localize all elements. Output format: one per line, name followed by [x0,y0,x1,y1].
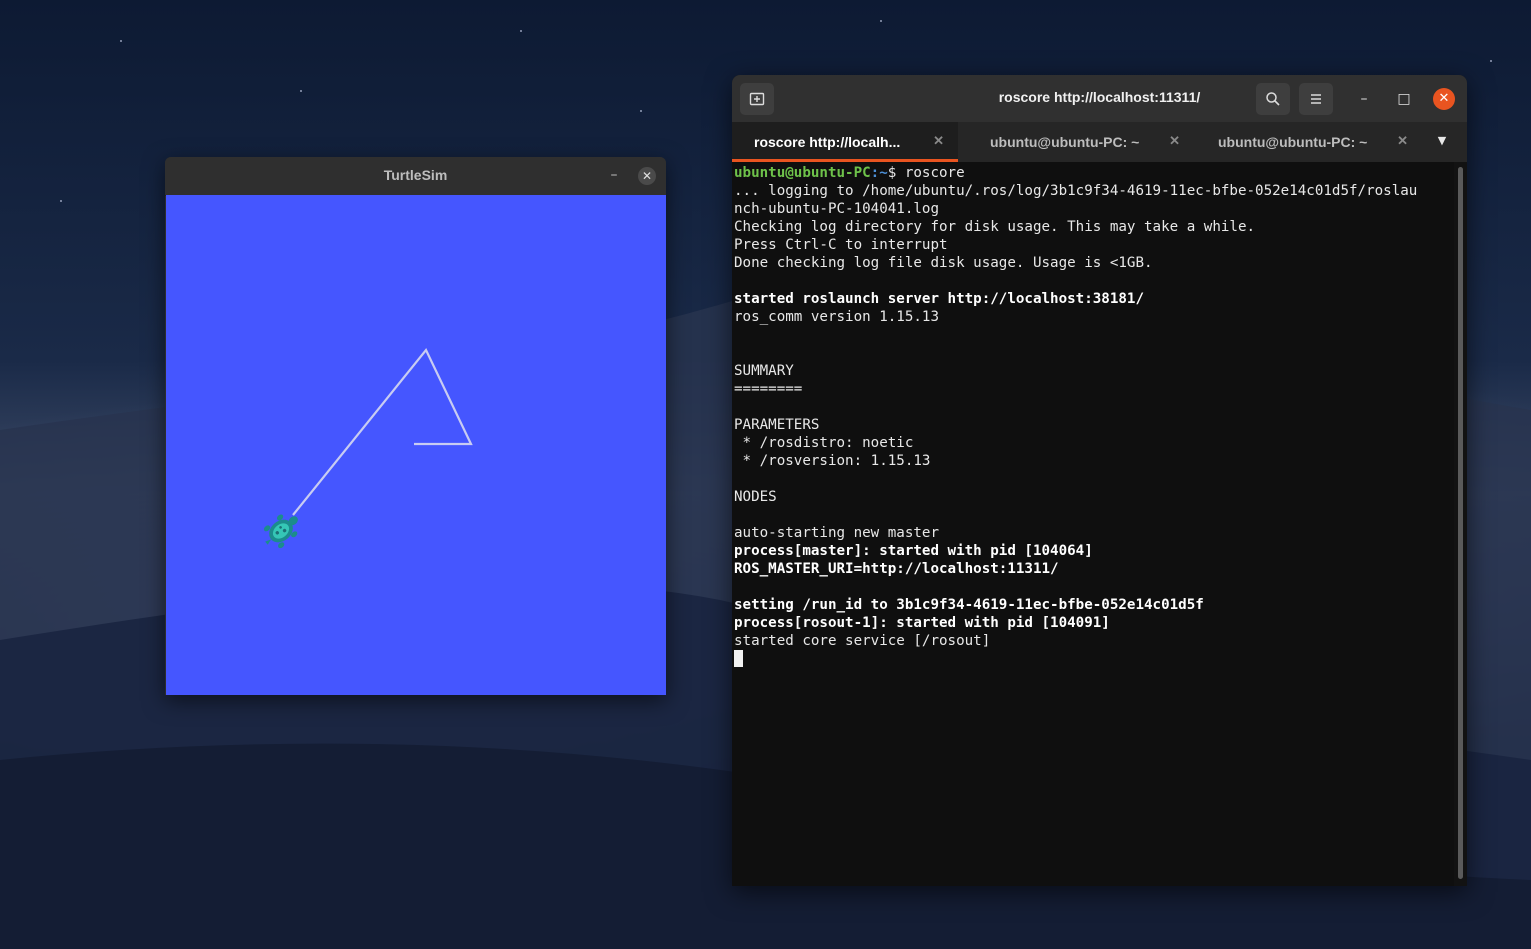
tab-close-icon[interactable]: ✕ [1169,133,1180,149]
star [60,200,62,202]
search-button[interactable] [1256,83,1290,115]
terminal-line: process[rosout-1]: started with pid [104… [734,615,1110,631]
minimize-button[interactable]: – [605,167,623,185]
maximize-button[interactable]: □ [1393,88,1415,110]
star [1490,60,1492,62]
turtlesim-title: TurtleSim [383,167,448,183]
prompt-command: roscore [896,165,965,181]
prompt-user: ubuntu@ubuntu-PC [734,165,871,181]
tab-bar: roscore http://localh... ✕ ubuntu@ubuntu… [732,122,1467,162]
terminal-line: process[master]: started with pid [10406… [734,543,1093,559]
tab-ubuntu-1[interactable]: ubuntu@ubuntu-PC: ~ ✕ [968,122,1194,162]
terminal-line: * /rosdistro: noetic [734,435,914,451]
terminal-line: ros_comm version 1.15.13 [734,309,939,325]
terminal-line: ROS_MASTER_URI=http://localhost:11311/ [734,561,1059,577]
tab-ubuntu-2[interactable]: ubuntu@ubuntu-PC: ~ ✕ [1196,122,1422,162]
minimize-button[interactable]: – [1353,88,1375,110]
hamburger-menu-icon [1311,94,1321,104]
cursor-line [734,650,1454,668]
terminal-line: * /rosversion: 1.15.13 [734,453,931,469]
terminal-line: Done checking log file disk usage. Usage… [734,255,1153,271]
new-tab-icon [749,92,765,106]
output-lines: ... logging to /home/ubuntu/.ros/log/3b1… [734,182,1454,650]
terminal-line: SUMMARY [734,363,794,379]
tab-menu-chevron-icon[interactable]: ▼ [1432,134,1452,150]
new-tab-button[interactable] [740,83,774,115]
search-icon [1266,92,1280,106]
terminal-line: Checking log directory for disk usage. T… [734,219,1256,235]
turtle-trail [263,347,473,549]
turtle-path-line [292,347,473,516]
terminal-output[interactable]: ubuntu@ubuntu-PC:~$ roscore ... logging … [732,162,1454,886]
terminal-title: roscore http://localhost:11311/ [998,89,1201,105]
tab-label: ubuntu@ubuntu-PC: ~ [1218,134,1368,150]
star [300,90,302,92]
menu-button[interactable] [1299,83,1333,115]
star [640,110,642,112]
tab-close-icon[interactable]: ✕ [1397,133,1408,149]
turtle-icon [263,514,298,549]
terminal-line: NODES [734,489,777,505]
star [880,20,882,22]
close-button[interactable]: ✕ [1433,88,1455,110]
terminal-headerbar[interactable]: roscore http://localhost:11311/ – □ ✕ [732,75,1467,122]
terminal-line: ... logging to /home/ubuntu/.ros/log/3b1… [734,183,1418,199]
terminal-line: PARAMETERS [734,417,820,433]
terminal-line: nch-ubuntu-PC-104041.log [734,201,939,217]
turtlesim-window[interactable]: TurtleSim – ✕ [165,157,666,695]
terminal-line: auto-starting new master [734,525,939,541]
terminal-line: started roslaunch server http://localhos… [734,291,1144,307]
star [520,30,522,32]
close-button[interactable]: ✕ [638,167,656,185]
star [120,40,122,42]
tab-label: roscore http://localh... [754,134,901,150]
terminal-line: Press Ctrl-C to interrupt [734,237,948,253]
terminal-line: setting /run_id to 3b1c9f34-4619-11ec-bf… [734,597,1204,613]
turtlesim-titlebar[interactable]: TurtleSim – ✕ [165,157,666,196]
terminal-line: started core service [/rosout] [734,633,991,649]
prompt-path: :~ [870,165,888,181]
tab-label: ubuntu@ubuntu-PC: ~ [990,134,1140,150]
turtlesim-canvas [166,195,666,695]
terminal-scrollbar[interactable] [1458,167,1463,879]
tab-close-icon[interactable]: ✕ [933,133,944,149]
terminal-line: ======== [734,381,803,397]
terminal-window[interactable]: roscore http://localhost:11311/ – □ ✕ ro… [732,75,1467,886]
prompt-line: ubuntu@ubuntu-PC:~$ roscore [734,164,1454,182]
tab-roscore[interactable]: roscore http://localh... ✕ [732,122,958,162]
text-cursor [734,650,743,667]
